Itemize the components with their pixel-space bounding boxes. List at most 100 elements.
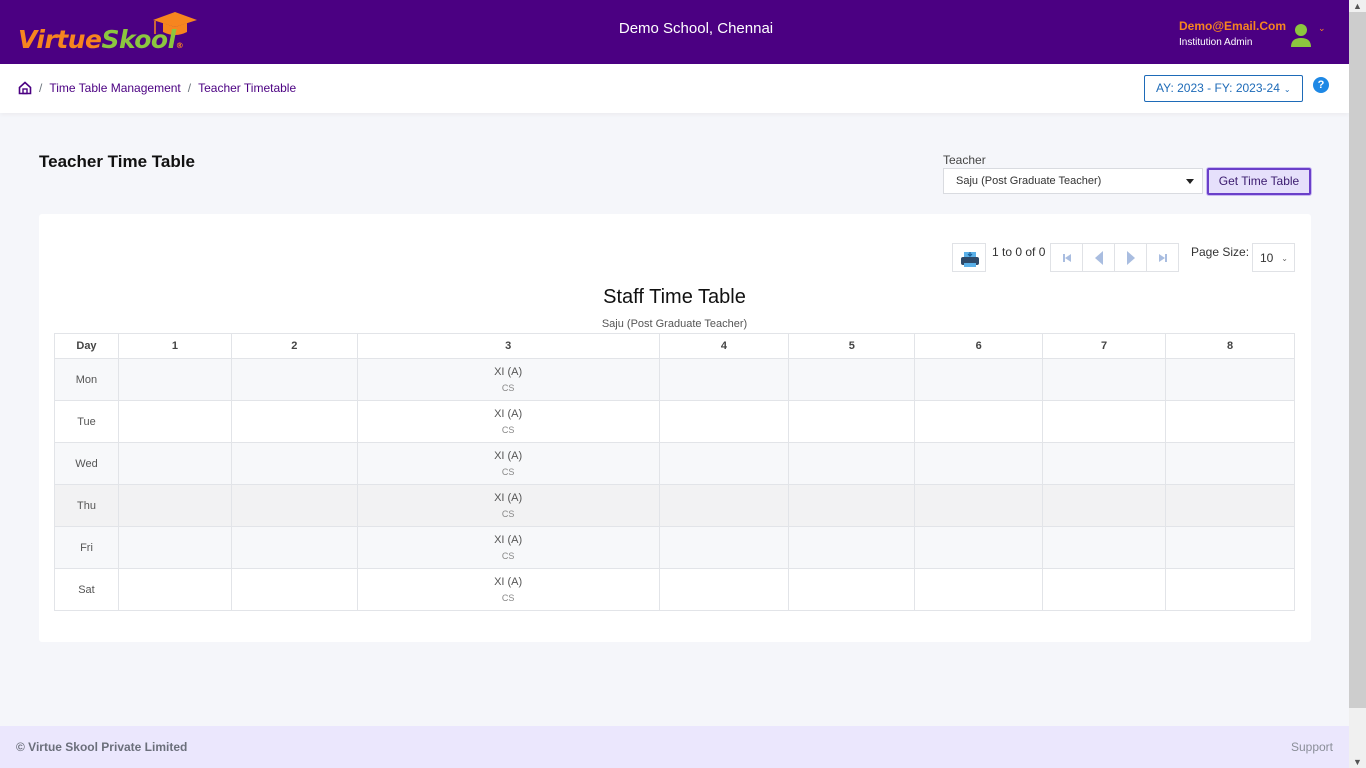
table-header-row: Day 1 2 3 4 5 6 7 8 [54, 333, 1295, 359]
column-header: 4 [658, 333, 790, 359]
table-body: Mon XI (A) CS Tue XI (A) CS Wed XI (A) CS Thu XI (… [54, 358, 1295, 611]
slot-class: XI (A) [494, 533, 523, 546]
column-header: 1 [117, 333, 232, 359]
timetable-table: Day 1 2 3 4 5 6 7 8 Mon XI (A) CS Tue XI (A) CS Wed XI … [54, 333, 1295, 611]
period-cell [1165, 358, 1295, 401]
period-cell [1042, 400, 1167, 443]
day-cell: Wed [54, 442, 119, 485]
vertical-scrollbar[interactable]: ▲ ▼ [1349, 0, 1366, 768]
page-size-select[interactable]: 10 ⌄ [1252, 243, 1295, 272]
period-cell [117, 400, 232, 443]
period-cell [658, 568, 790, 611]
logo-registered: ® [175, 41, 184, 50]
period-cell [1165, 526, 1295, 569]
pager [1050, 243, 1179, 272]
slot-class: XI (A) [494, 491, 523, 504]
user-avatar-icon[interactable] [1290, 23, 1312, 47]
column-header: 5 [788, 333, 916, 359]
scroll-down-icon[interactable]: ▼ [1349, 756, 1366, 768]
user-menu[interactable]: Demo@Email.Com Institution Admin [1179, 18, 1286, 50]
period-cell [914, 358, 1044, 401]
scroll-up-icon[interactable]: ▲ [1349, 0, 1366, 12]
page-size-value: 10 [1260, 251, 1274, 265]
breadcrumb-separator: / [187, 81, 192, 95]
previous-page-button[interactable] [1082, 243, 1115, 272]
table-row: Wed XI (A) CS [54, 442, 1295, 485]
column-header: Day [54, 333, 119, 359]
period-cell [230, 442, 358, 485]
home-icon[interactable] [18, 81, 32, 95]
caret-down-icon [1186, 179, 1194, 184]
period-cell [914, 442, 1044, 485]
period-cell [117, 442, 232, 485]
slot-class: XI (A) [494, 575, 523, 588]
table-row: Thu XI (A) CS [54, 484, 1295, 527]
timetable-subtitle: Saju (Post Graduate Teacher) [601, 318, 748, 330]
day-cell: Thu [54, 484, 119, 527]
period-cell: XI (A) CS [356, 484, 660, 527]
period-cell [788, 484, 916, 527]
period-cell [788, 442, 916, 485]
period-cell [1042, 484, 1167, 527]
period-cell [230, 568, 358, 611]
user-email: Demo@Email.Com [1179, 19, 1287, 33]
top-navbar: VirtueSkool® Demo School, Chennai Demo@E… [0, 0, 1349, 64]
period-cell [914, 526, 1044, 569]
academic-year-value: AY: 2023 - FY: 2023-24 [1156, 81, 1280, 95]
table-row: Sat XI (A) CS [54, 568, 1295, 611]
day-cell: Fri [54, 526, 119, 569]
slot-subject: CS [501, 466, 515, 477]
breadcrumb-teacher-timetable[interactable]: Teacher Timetable [198, 81, 296, 95]
period-cell [788, 358, 916, 401]
breadcrumb: / Time Table Management / Teacher Timeta… [18, 81, 296, 95]
get-time-table-button[interactable]: Get Time Table [1207, 168, 1311, 195]
teacher-select-value: Saju (Post Graduate Teacher) [956, 175, 1102, 187]
paging-info: 1 to 0 of 0 [992, 245, 1046, 259]
period-cell [1042, 442, 1167, 485]
slot-subject: CS [501, 550, 515, 561]
breadcrumb-time-table-management[interactable]: Time Table Management [49, 81, 180, 95]
chevron-down-icon[interactable]: ⌄ [1318, 23, 1326, 34]
last-page-icon [1158, 253, 1167, 262]
page-size-label: Page Size: [1191, 245, 1250, 259]
period-cell [914, 484, 1044, 527]
period-cell [117, 568, 232, 611]
table-row: Mon XI (A) CS [54, 358, 1295, 401]
day-cell: Tue [54, 400, 119, 443]
chevron-down-icon: ⌄ [1281, 254, 1288, 263]
help-icon[interactable]: ? [1313, 77, 1329, 93]
next-page-button[interactable] [1114, 243, 1147, 272]
support-link[interactable]: Support [1291, 740, 1333, 754]
slot-subject: CS [501, 424, 515, 435]
period-cell [658, 442, 790, 485]
period-cell [1042, 526, 1167, 569]
period-cell: XI (A) CS [356, 400, 660, 443]
period-cell [914, 568, 1044, 611]
school-name: Demo School, Chennai [618, 20, 774, 37]
footer: © Virtue Skool Private Limited Support [0, 726, 1349, 768]
period-cell: XI (A) CS [356, 442, 660, 485]
slot-subject: CS [501, 508, 515, 519]
period-cell [788, 568, 916, 611]
day-cell: Mon [54, 358, 119, 401]
period-cell [230, 484, 358, 527]
column-header: 3 [356, 333, 660, 359]
breadcrumb-separator: / [39, 81, 43, 95]
first-page-button[interactable] [1050, 243, 1083, 272]
table-row: Fri XI (A) CS [54, 526, 1295, 569]
slot-class: XI (A) [494, 365, 523, 378]
period-cell [230, 358, 358, 401]
table-row: Tue XI (A) CS [54, 400, 1295, 443]
scrollbar-thumb[interactable] [1349, 12, 1366, 708]
chevron-down-icon: ⌄ [1283, 85, 1291, 94]
academic-year-select[interactable]: AY: 2023 - FY: 2023-24 ⌄ [1144, 75, 1303, 102]
slot-subject: CS [501, 382, 515, 393]
last-page-button[interactable] [1146, 243, 1179, 272]
period-cell [658, 526, 790, 569]
period-cell [788, 526, 916, 569]
teacher-select[interactable]: Saju (Post Graduate Teacher) [943, 168, 1203, 194]
slot-class: XI (A) [494, 407, 523, 420]
period-cell [1165, 484, 1295, 527]
period-cell [1042, 568, 1167, 611]
print-button[interactable] [952, 243, 986, 272]
